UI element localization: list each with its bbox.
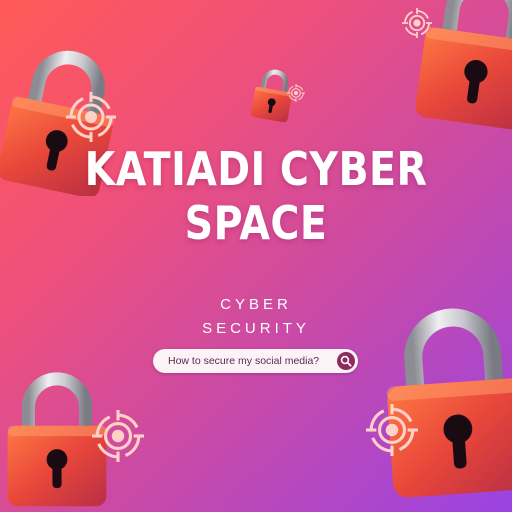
title-line: SPACE [184, 196, 328, 250]
title-line: KATIADI CYBER [84, 142, 428, 196]
crosshair-target-icon [92, 410, 144, 462]
search-button[interactable] [337, 352, 355, 370]
crosshair-target-icon [66, 92, 116, 142]
crosshair-target-icon [402, 8, 432, 38]
search-query-text: How to secure my social media? [168, 355, 320, 367]
poster-canvas: KATIADI CYBER SPACE CYBER SECURITY How t… [0, 0, 512, 512]
crosshair-target-icon [366, 404, 418, 456]
crosshair-target-icon [287, 84, 305, 102]
subtitle-line: CYBER [220, 296, 292, 313]
search-bar[interactable]: How to secure my social media? [153, 349, 358, 373]
subtitle-line: SECURITY [202, 320, 310, 337]
search-icon [340, 355, 352, 367]
subtitle: CYBER SECURITY [0, 293, 512, 341]
page-title: KATIADI CYBER SPACE [36, 142, 476, 250]
